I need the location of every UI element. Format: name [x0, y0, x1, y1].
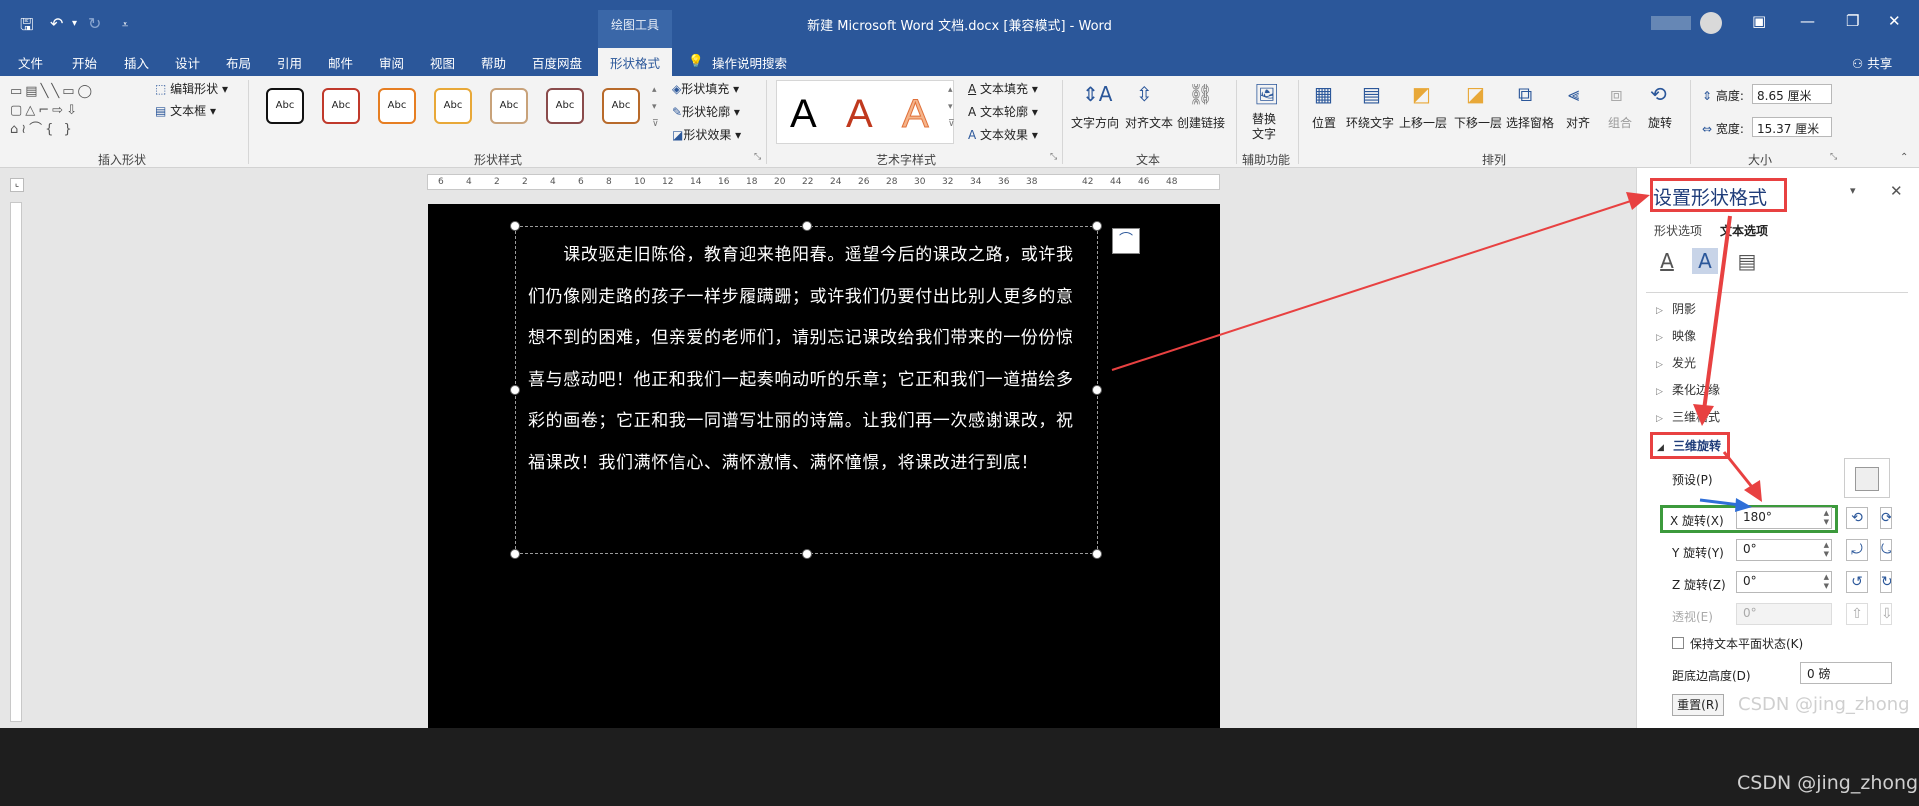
blue-arrow	[1699, 498, 1741, 507]
red-arrowhead-section	[1693, 404, 1714, 426]
red-arrow-to-title	[1111, 197, 1641, 371]
red-arrow-to-section	[1702, 215, 1732, 411]
red-arrowhead-title	[1626, 192, 1650, 210]
annotation-overlay	[1111, 192, 1762, 512]
red-arrowhead-input	[1744, 480, 1762, 502]
blue-arrowhead	[1735, 498, 1752, 512]
